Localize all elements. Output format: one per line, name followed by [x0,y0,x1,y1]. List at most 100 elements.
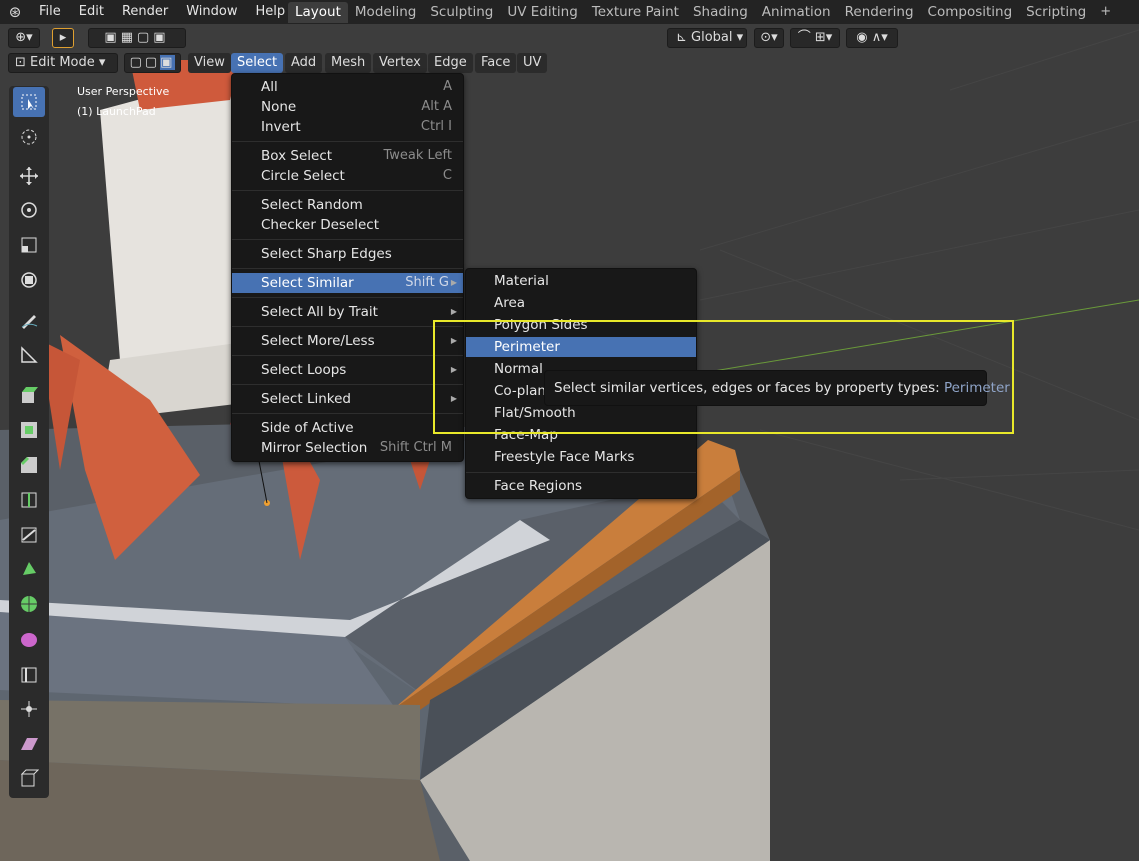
inset-faces-icon[interactable] [13,415,45,445]
menu-separator [232,413,463,414]
rip-region-icon[interactable] [13,763,45,793]
menu-item-select-sharp-edges[interactable]: Select Sharp Edges [232,244,463,264]
loop-cut-icon[interactable] [13,484,45,514]
menu-view[interactable]: View [188,53,231,73]
menu-render[interactable]: Render [113,0,177,24]
cursor-icon[interactable] [13,122,45,152]
menu-mesh[interactable]: Mesh [325,53,372,73]
viewport-header: ⊡ Edit Mode ▾ ▢▢▣ [0,51,1139,75]
menu-select[interactable]: Select [231,53,284,73]
menu-item-select-loops[interactable]: Select Loops ▶ [232,360,463,380]
menu-separator [232,297,463,298]
menu-vertex[interactable]: Vertex [373,53,427,73]
menu-separator [232,384,463,385]
menu-item-label: Mirror Selection [261,440,368,456]
rotate-icon[interactable] [13,195,45,225]
tab-scripting[interactable]: Scripting [1019,2,1093,23]
submenu-arrow-icon: ▶ [450,278,457,287]
shortcut-label: Tweak Left [383,148,452,163]
poly-build-icon[interactable] [13,554,45,584]
menu-item-select-linked[interactable]: Select Linked ▶ [232,389,463,409]
tab-modeling[interactable]: Modeling [348,2,423,23]
menu-window[interactable]: Window [177,0,246,24]
menu-separator [232,190,463,191]
tab-texture-paint[interactable]: Texture Paint [585,2,686,23]
menu-item-label: Select All by Trait [261,304,378,320]
menu-item-none[interactable]: None Alt A [232,97,463,117]
menu-separator [466,472,696,473]
selection-mode-icons[interactable]: ▣▦▢▣ [88,28,186,48]
tab-uv-editing[interactable]: UV Editing [500,2,584,23]
pivot-point-icon[interactable]: ⊙▾ [754,28,784,48]
scale-icon[interactable] [13,230,45,260]
menu-item-select-similar[interactable]: Select Similar Shift G ▶ [232,273,463,293]
shortcut-label: Shift Ctrl M [379,440,452,455]
workspace-tabs: Layout Modeling Sculpting UV Editing Tex… [288,2,1118,23]
editor-type-icon[interactable]: ⊕▾ [8,28,40,48]
viewport-object-label: (1) LaunchPad [77,105,156,118]
menu-item-label: Select Loops [261,362,347,378]
menu-item-select-all-by-trait[interactable]: Select All by Trait ▶ [232,302,463,322]
menu-item-label: Select Sharp Edges [261,246,392,262]
bevel-icon[interactable] [13,450,45,480]
knife-icon[interactable] [13,519,45,549]
move-icon[interactable] [13,161,45,191]
edge-slide-icon[interactable] [13,659,45,689]
transform-icon[interactable] [13,265,45,295]
proportional-editing-icon[interactable]: ◉ ∧▾ [846,28,898,48]
menu-item-all[interactable]: All A [232,77,463,97]
menu-item-label: Invert [261,119,301,135]
transform-orientation-dropdown[interactable]: ⊾ Global ▾ [667,28,747,48]
menu-separator [232,355,463,356]
tab-compositing[interactable]: Compositing [921,2,1020,23]
menu-edit[interactable]: Edit [70,0,113,24]
select-tool-icon[interactable]: ▸ [52,28,74,48]
select-box-icon[interactable] [13,87,45,117]
tool-header: ⊕▾ ▸ ▣▦▢▣ ⊾ Global ▾ ⊙▾ ⌒ ⊞▾ ◉ ∧▾ [0,26,1139,50]
menu-item-circle-select[interactable]: Circle Select C [232,166,463,186]
menu-face[interactable]: Face [475,53,517,73]
tab-layout[interactable]: Layout [288,2,348,23]
smooth-icon[interactable] [13,624,45,654]
mode-label: Edit Mode [30,55,95,70]
shear-icon[interactable] [13,729,45,759]
tab-animation[interactable]: Animation [755,2,838,23]
menu-file[interactable]: File [30,0,70,24]
tab-shading[interactable]: Shading [686,2,755,23]
menu-item-select-more-less[interactable]: Select More/Less ▶ [232,331,463,351]
edit-mode-icon: ⊡ [15,55,31,70]
menu-item-select-random[interactable]: Select Random [232,195,463,215]
blender-logo-icon[interactable]: ⊛ [0,0,30,24]
submenu-item-freestyle-face-marks[interactable]: Freestyle Face Marks [466,447,696,467]
shortcut-label: A [443,79,452,94]
menu-item-checker-deselect[interactable]: Checker Deselect [232,215,463,235]
menu-item-mirror-selection[interactable]: Mirror Selection Shift Ctrl M [232,438,463,458]
tab-sculpting[interactable]: Sculpting [423,2,500,23]
menu-help[interactable]: Help [247,0,295,24]
menu-item-box-select[interactable]: Box Select Tweak Left [232,146,463,166]
submenu-item-face-regions[interactable]: Face Regions [466,476,696,496]
annotate-icon[interactable] [13,305,45,335]
extrude-region-icon[interactable] [13,380,45,410]
menu-add[interactable]: Add [285,53,323,73]
orientation-icon: ⊾ [676,30,692,45]
menu-item-label: All [261,79,278,95]
menu-item-invert[interactable]: Invert Ctrl I [232,117,463,137]
submenu-item-material[interactable]: Material [466,271,696,291]
submenu-item-area[interactable]: Area [466,293,696,313]
snapping-icon[interactable]: ⌒ ⊞▾ [790,28,840,48]
mode-dropdown[interactable]: ⊡ Edit Mode ▾ [8,53,118,73]
shortcut-label: Shift G [405,275,449,290]
spin-icon[interactable] [13,589,45,619]
select-mode-buttons[interactable]: ▢▢▣ [124,53,181,73]
select-menu: All A None Alt A Invert Ctrl I Box Select Tw… [231,73,464,462]
shrink-fatten-icon[interactable] [13,694,45,724]
menu-item-side-of-active[interactable]: Side of Active [232,418,463,438]
menu-uv[interactable]: UV [517,53,548,73]
measure-icon[interactable] [13,340,45,370]
tab-rendering[interactable]: Rendering [838,2,921,23]
add-workspace-button[interactable]: + [1093,2,1118,23]
shortcut-label: Alt A [421,99,452,114]
menu-edge[interactable]: Edge [428,53,473,73]
menu-item-label: Select Similar [261,275,354,291]
